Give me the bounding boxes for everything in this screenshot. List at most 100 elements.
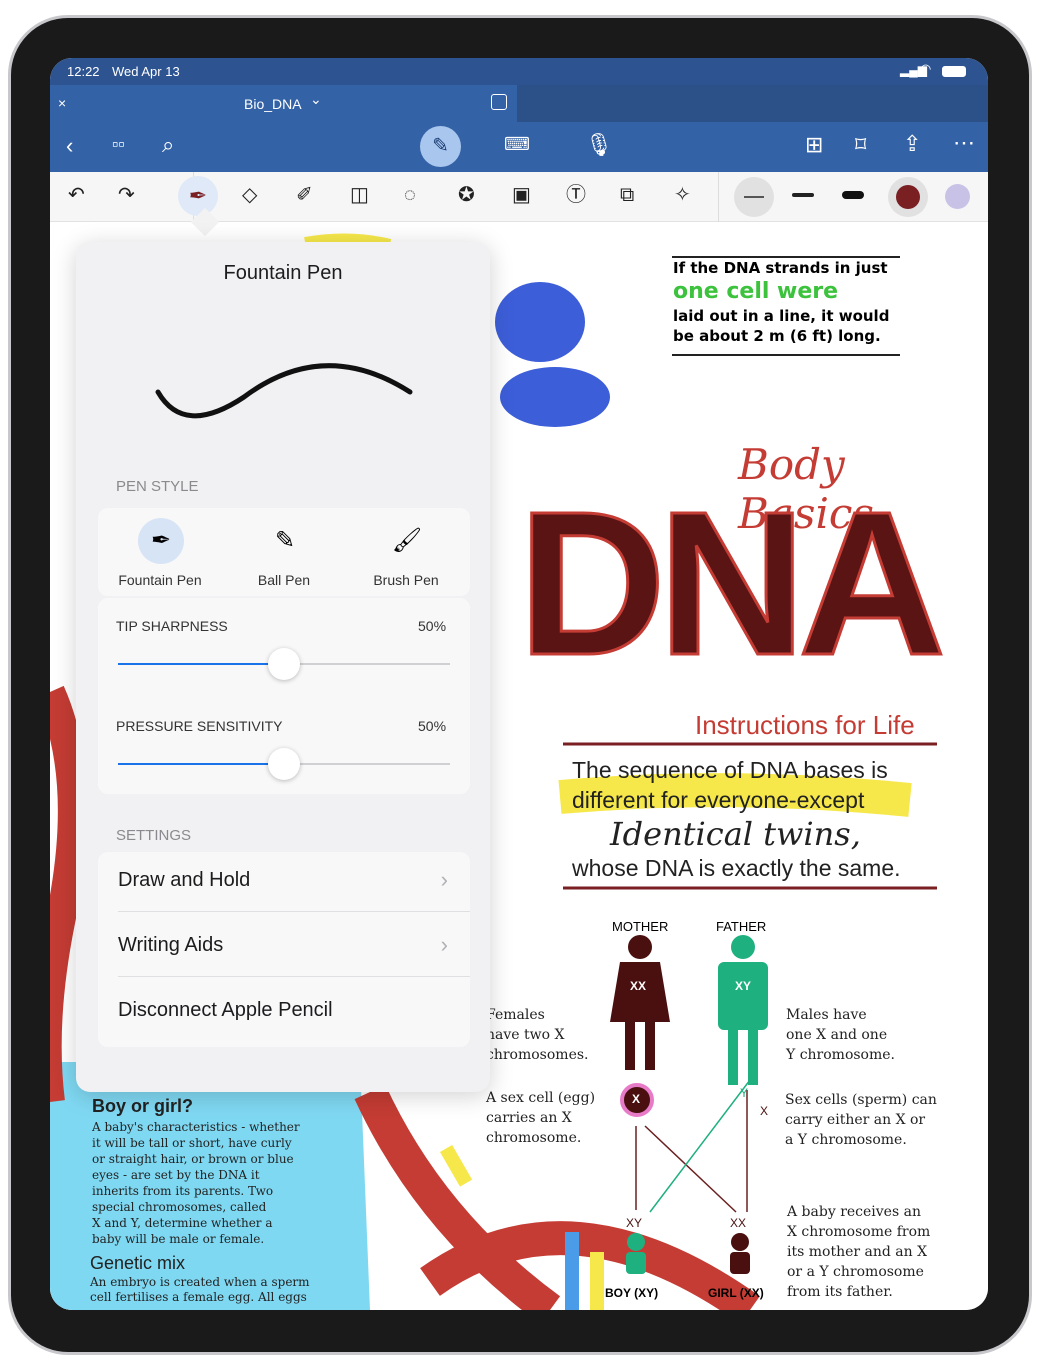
popover-title: Fountain Pen	[223, 262, 343, 284]
text-line: inherits from its parents. Two	[92, 1184, 274, 1198]
text-line: A sex cell (egg)	[486, 1090, 596, 1106]
draw-and-hold-row[interactable]: Draw and Hold ›	[118, 848, 470, 912]
chevron-right-icon: ›	[440, 867, 448, 892]
text-line: carries an X	[486, 1110, 572, 1126]
helix-strand	[50, 685, 88, 1102]
note-line: be about 2 m (6 ft) long.	[673, 327, 881, 345]
dna-length-note: If the DNA strands in just one cell were…	[673, 258, 889, 346]
search-icon[interactable]: ⌕	[162, 134, 174, 156]
pressure-slider[interactable]	[118, 748, 450, 780]
battery-icon	[942, 66, 966, 77]
text-line: chromosome.	[486, 1130, 582, 1146]
helix-base	[565, 1232, 579, 1310]
divider	[718, 172, 719, 222]
lasso-icon[interactable]: ◌	[404, 185, 416, 205]
baby-text: A baby receives an X chromosome from its m…	[787, 1202, 930, 1302]
tab-bar: × Bio_DNA ⌄	[50, 85, 988, 122]
pencil-mode-icon[interactable]: ✎	[420, 126, 461, 167]
boy-label: BOY (XY)	[605, 1286, 659, 1300]
writing-aids-row[interactable]: Writing Aids ›	[118, 913, 470, 977]
row-label: Writing Aids	[118, 934, 224, 956]
grid-icon[interactable]: ▫▫	[112, 135, 125, 153]
text-line: cell fertilises a female egg. All eggs	[90, 1290, 307, 1304]
slider-knob[interactable]	[268, 748, 300, 780]
genetic-mix-heading: Genetic mix	[90, 1253, 186, 1273]
father-label: FATHER	[716, 919, 767, 934]
redo-icon[interactable]: ↷	[118, 185, 135, 205]
bookmark-icon[interactable]: ⌑	[855, 134, 866, 156]
pen-option-brush[interactable]: 🖌︎ Brush Pen	[346, 514, 466, 596]
text-line: A baby receives an	[787, 1204, 921, 1220]
slider-knob[interactable]	[268, 648, 300, 680]
note-canvas[interactable]: If the DNA strands in just one cell were…	[50, 207, 988, 1310]
back-icon[interactable]: ‹	[66, 135, 73, 157]
undo-icon[interactable]: ↶	[68, 185, 85, 205]
males-text: Males have one X and one Y chromosome.	[786, 1005, 895, 1065]
more-icon[interactable]: ⋯	[953, 132, 975, 154]
note-line: laid out in a line, it would	[673, 307, 890, 325]
stroke-thin-button[interactable]	[734, 177, 774, 217]
sperm-y: Y	[740, 1086, 749, 1100]
shapes-icon[interactable]: ◫	[350, 185, 369, 205]
pen-option-ball[interactable]: ✎ Ball Pen	[224, 514, 344, 596]
camera-scan-icon[interactable]: ⧉	[620, 185, 634, 205]
tip-sharpness-slider[interactable]	[118, 648, 450, 680]
row-label: Disconnect Apple Pencil	[118, 999, 333, 1021]
text-line: one X and one	[786, 1027, 888, 1043]
tip-sharpness-label: TIP SHARPNESS	[116, 618, 228, 634]
highlighter-icon[interactable]: ✐	[296, 185, 313, 205]
pen-style-label: PEN STYLE	[116, 478, 199, 495]
status-bar: 12:22 Wed Apr 13 ▂▄▆ ◠	[50, 58, 988, 85]
pen-settings-popover: Fountain Pen PEN STYLE ✒ Fountain Pen ✎ …	[76, 242, 490, 1092]
helix-base	[590, 1252, 604, 1310]
text-line: An embryo is created when a sperm	[90, 1275, 310, 1289]
pen-style-card: ✒ Fountain Pen ✎ Ball Pen 🖌︎ Brush Pen	[98, 508, 470, 596]
keyboard-icon[interactable]: ⌨	[504, 135, 530, 153]
add-page-icon[interactable]: ⊞	[805, 134, 823, 156]
text-line: A baby's characteristics - whether	[92, 1120, 300, 1134]
disconnect-pencil-row[interactable]: Disconnect Apple Pencil	[118, 978, 470, 1042]
father-chromosomes: XY	[735, 979, 752, 993]
microphone-icon[interactable]: 🎙︎	[585, 134, 613, 156]
sticker-icon[interactable]: ✪	[458, 185, 475, 205]
stroke-thick-button[interactable]	[842, 191, 864, 199]
chevron-down-icon[interactable]: ⌄	[310, 91, 322, 108]
boy-or-girl-body: A baby's characteristics - whether it wil…	[92, 1119, 300, 1247]
text-line: it will be tall or short, have curly	[92, 1136, 292, 1150]
tab-bio-dna[interactable]: × Bio_DNA ⌄	[50, 85, 517, 122]
color-selected-button[interactable]	[888, 177, 928, 217]
pen-option-label: Brush Pen	[373, 572, 439, 588]
text-line: baby will be male or female.	[92, 1232, 265, 1246]
tip-sharpness-value: 50%	[418, 618, 447, 634]
sperm-x: X	[760, 1104, 769, 1118]
brush-pen-icon: 🖌︎	[391, 527, 423, 554]
pen-option-label: Ball Pen	[257, 572, 311, 588]
share-icon[interactable]: ⇪	[903, 133, 921, 155]
helix-base	[440, 1145, 473, 1187]
drawing-toolbar: ↶ ↷ ✒ ◇ ✐ ◫ ◌ ✪ ▣ Ⓣ ⧉ ✧	[50, 172, 988, 222]
stroke-medium-button[interactable]	[792, 193, 814, 197]
close-tab-icon[interactable]: ×	[58, 95, 66, 111]
text-line: Females	[486, 1007, 545, 1023]
note-line: If the DNA strands in just	[673, 259, 888, 277]
pen-option-fountain[interactable]: ✒ Fountain Pen	[100, 514, 220, 596]
split-view-icon[interactable]	[491, 94, 507, 110]
laser-pointer-icon[interactable]: ✧	[674, 185, 691, 205]
tagline: Instructions for Life	[695, 710, 915, 740]
color-lavender-button[interactable]	[945, 184, 970, 209]
chromosome-blob	[500, 367, 610, 427]
image-icon[interactable]: ▣	[512, 185, 531, 205]
text-line: have two X	[486, 1027, 565, 1043]
text-line: a Y chromosome.	[785, 1132, 907, 1148]
screen: 12:22 Wed Apr 13 ▂▄▆ ◠ × Bio_DNA ⌄ ‹ ▫▫ …	[50, 58, 988, 1310]
stroke-preview	[155, 363, 413, 419]
text-icon[interactable]: Ⓣ	[566, 185, 586, 205]
text-line: Y chromosome.	[786, 1047, 895, 1063]
tab-title[interactable]: Bio_DNA	[244, 96, 302, 112]
eraser-icon[interactable]: ◇	[242, 185, 257, 205]
status-time: 12:22	[67, 64, 100, 79]
fountain-pen-icon[interactable]: ✒	[178, 176, 218, 216]
text-line: X and Y, determine whether a	[92, 1216, 273, 1230]
nav-bar: ‹ ▫▫ ⌕ ✎ ⌨ 🎙︎ ⊞ ⌑ ⇪ ⋯	[50, 122, 988, 172]
mother-label: MOTHER	[612, 919, 669, 934]
